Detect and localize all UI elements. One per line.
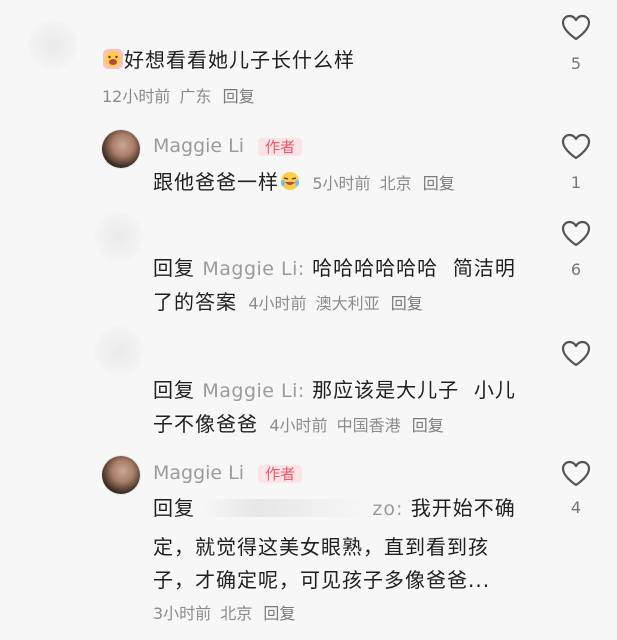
comment-text-line: 定，就觉得这美女眼熟，直到看到孩 (153, 533, 489, 561)
heart-icon[interactable] (561, 14, 591, 42)
like-count: 6 (570, 260, 582, 279)
author-name-text: Maggie Li (153, 462, 245, 484)
reply-target-name[interactable]: Maggie Li: (202, 258, 304, 280)
comment-meta: 12小时前 广东 回复 (102, 86, 255, 108)
avatar[interactable] (94, 326, 144, 376)
comment-time: 12小时前 (102, 87, 171, 106)
author-name[interactable]: Maggie Li 作者 (153, 133, 303, 159)
comment-body: 跟他爸爸一样 (153, 170, 279, 194)
reply-target-name[interactable]: zo: (372, 498, 403, 520)
like-count: 5 (570, 54, 582, 73)
blurred-username (202, 499, 373, 517)
author-name-text: Maggie Li (153, 135, 245, 157)
comment-body: 好想看看她儿子长什么样 (124, 48, 355, 72)
like-column: 5 (556, 14, 596, 74)
author-name[interactable]: Maggie Li 作者 (153, 460, 303, 486)
comment-text: 回复 Maggie Li: 那应该是大儿子 小儿 (153, 376, 516, 405)
avatar[interactable] (102, 130, 140, 168)
avatar[interactable] (28, 20, 78, 70)
comment-time: 5小时前 (312, 174, 371, 193)
author-badge: 作者 (258, 138, 303, 156)
comment-body: 哈哈哈哈哈哈 简洁明 (312, 256, 516, 280)
avatar[interactable] (102, 456, 140, 494)
comment-text: 跟他爸爸一样 5小时前 北京 回复 (153, 168, 455, 196)
heart-icon[interactable] (561, 340, 591, 368)
reply-link[interactable]: 回复 (391, 294, 423, 313)
comment-location: 中国香港 (336, 416, 401, 435)
reply-link[interactable]: 回复 (412, 416, 444, 435)
reply-prefix: 回复 (153, 496, 195, 520)
comment-text-line: 子，才确定呢，可见孩子多像爸爸... (153, 566, 490, 594)
crying-face-icon (103, 49, 123, 69)
comment-location: 北京 (220, 604, 253, 623)
laughing-crying-face-icon (281, 172, 299, 190)
comment-time: 4小时前 (248, 294, 307, 313)
comment-location: 北京 (379, 174, 412, 193)
comment-text-line: 子不像爸爸 4小时前 中国香港 回复 (153, 410, 444, 438)
comment-body-line3: 子，才确定呢，可见孩子多像爸爸... (153, 568, 491, 592)
reply-link[interactable]: 回复 (223, 87, 255, 106)
comment-text: 回复 Maggie Li: 哈哈哈哈哈哈 简洁明 (153, 254, 516, 283)
heart-icon[interactable] (561, 133, 591, 161)
comment-text: 回复 zo: 我开始不确 (153, 494, 516, 523)
avatar[interactable] (94, 212, 144, 262)
like-column: 4 (556, 460, 596, 518)
comment-location: 澳大利亚 (315, 294, 380, 313)
heart-icon[interactable] (561, 460, 591, 488)
comment-time: 3小时前 (153, 604, 212, 623)
comment-body-line2: 子不像爸爸 (153, 412, 258, 436)
comment-meta: 3小时前 北京 回复 (153, 603, 295, 625)
comment-body-line2: 了的答案 (153, 290, 237, 314)
like-column (556, 340, 596, 372)
comment-text: 好想看看她儿子长什么样 (102, 46, 355, 74)
reply-link[interactable]: 回复 (263, 604, 295, 623)
reply-link[interactable]: 回复 (423, 174, 455, 193)
comment-body: 那应该是大儿子 小儿 (312, 378, 516, 402)
comment-body: 我开始不确 (410, 496, 516, 520)
like-count: 1 (570, 173, 582, 192)
reply-target-name[interactable]: Maggie Li: (202, 380, 304, 402)
author-badge: 作者 (258, 465, 303, 483)
comment-body-line2: 定，就觉得这美女眼熟，直到看到孩 (153, 535, 489, 559)
reply-prefix: 回复 (153, 378, 195, 402)
like-column: 1 (556, 133, 596, 193)
like-column: 6 (556, 220, 596, 280)
reply-prefix: 回复 (153, 256, 195, 280)
like-count: 4 (570, 498, 582, 517)
comment-time: 4小时前 (269, 416, 328, 435)
comment-location: 广东 (179, 87, 212, 106)
heart-icon[interactable] (561, 220, 591, 248)
comment-text-line: 了的答案 4小时前 澳大利亚 回复 (153, 288, 423, 316)
